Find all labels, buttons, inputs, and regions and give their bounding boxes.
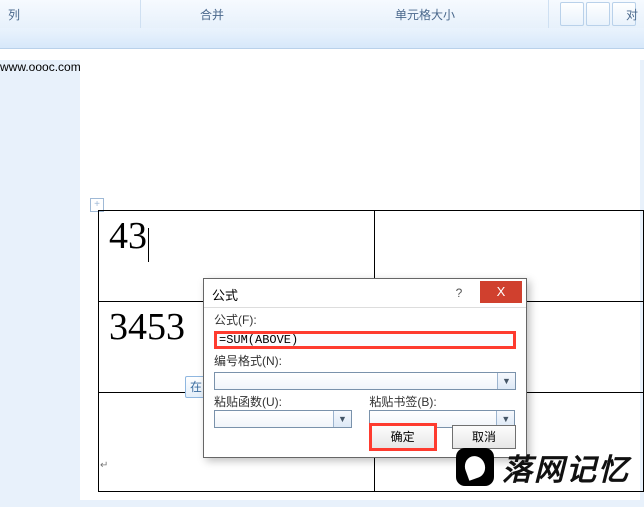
- watermark-brand: 落网记忆: [456, 445, 630, 489]
- chevron-down-icon[interactable]: ▼: [497, 373, 515, 389]
- ok-button[interactable]: 确定: [371, 425, 435, 449]
- help-button[interactable]: ?: [444, 283, 474, 303]
- dialog-titlebar[interactable]: 公式 ? X: [204, 279, 526, 308]
- number-format-combo[interactable]: ▼: [214, 372, 516, 390]
- ribbon-separator: [140, 0, 141, 28]
- ribbon-group-merge: 合并: [200, 6, 224, 23]
- ribbon-button[interactable]: [560, 2, 584, 26]
- ribbon-label-align: 对: [626, 6, 638, 23]
- cell-value: 3453: [109, 306, 185, 348]
- dialog-body: 公式(F): 编号格式(N): ▼ 粘贴函数(U): ▼ 粘贴书签: [214, 311, 516, 449]
- ribbon-lower: [0, 28, 644, 49]
- dialog-title: 公式: [212, 285, 238, 304]
- document-area: + 43 3453 ↵ 在 公式 ? X 公式(F): 编号格式(N):: [0, 60, 644, 507]
- close-button[interactable]: X: [480, 281, 522, 303]
- brand-logo-icon: [456, 448, 494, 486]
- ribbon: 列 合并 单元格大小 对: [0, 0, 644, 29]
- ribbon-label-col: 列: [8, 6, 20, 23]
- ribbon-button[interactable]: [586, 2, 610, 26]
- text-caret: [148, 228, 149, 262]
- paragraph-mark: ↵: [100, 460, 108, 468]
- cell-value: 43: [109, 215, 147, 257]
- paste-bookmark-label: 粘贴书签(B):: [369, 395, 436, 409]
- paste-function-combo[interactable]: ▼: [214, 410, 352, 428]
- ribbon-separator: [548, 0, 549, 28]
- ribbon-group-cellsize: 单元格大小: [395, 6, 455, 23]
- formula-dialog: 公式 ? X 公式(F): 编号格式(N): ▼ 粘贴函数(U): ▼: [203, 278, 527, 458]
- formula-input[interactable]: [214, 331, 516, 349]
- paste-function-label: 粘贴函数(U):: [214, 395, 282, 409]
- number-format-label: 编号格式(N):: [214, 354, 282, 368]
- formula-label: 公式(F):: [214, 313, 257, 327]
- chevron-down-icon[interactable]: ▼: [333, 411, 351, 427]
- brand-name: 落网记忆: [502, 445, 630, 489]
